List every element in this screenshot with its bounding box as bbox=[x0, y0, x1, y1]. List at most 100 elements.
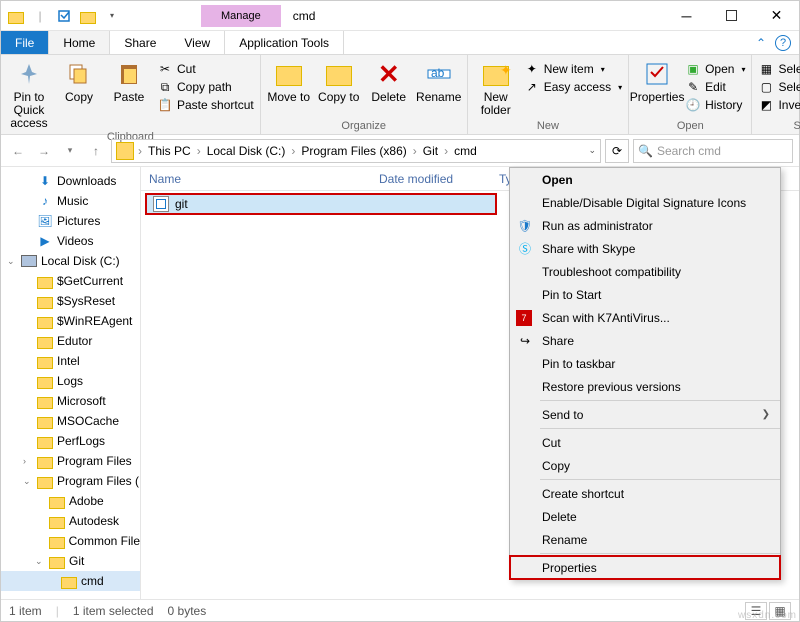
tab-home[interactable]: Home bbox=[48, 31, 110, 54]
column-date[interactable]: Date modified bbox=[371, 172, 491, 186]
breadcrumb[interactable]: › This PC › Local Disk (C:) › Program Fi… bbox=[111, 139, 601, 163]
chevron-right-icon[interactable]: › bbox=[136, 144, 144, 158]
qat-dropdown-icon[interactable]: ▾ bbox=[103, 7, 121, 25]
ribbon-collapse-icon[interactable]: ⌃ bbox=[747, 31, 775, 54]
recent-dropdown[interactable]: ▾ bbox=[59, 140, 81, 162]
up-button[interactable]: ↑ bbox=[85, 140, 107, 162]
minimize-button[interactable]: ─ bbox=[664, 1, 709, 31]
context-rename[interactable]: Rename bbox=[510, 528, 780, 551]
tree-folder[interactable]: $SysReset bbox=[1, 291, 140, 311]
select-all-button[interactable]: ▦Select all bbox=[758, 61, 800, 77]
tab-file[interactable]: File bbox=[1, 31, 48, 54]
context-skype[interactable]: ⓈShare with Skype bbox=[510, 237, 780, 260]
move-to-button[interactable]: Move to bbox=[267, 57, 311, 104]
back-button[interactable]: ← bbox=[7, 140, 29, 162]
context-k7[interactable]: 7Scan with K7AntiVirus... bbox=[510, 306, 780, 329]
tree-folder[interactable]: Microsoft bbox=[1, 391, 140, 411]
copy-to-button[interactable]: Copy to bbox=[317, 57, 361, 104]
tree-folder[interactable]: Logs bbox=[1, 371, 140, 391]
delete-button[interactable]: ✕Delete bbox=[367, 57, 411, 104]
ribbon-tabs: File Home Share View Application Tools ⌃… bbox=[1, 31, 799, 55]
crumb-local-disk[interactable]: Local Disk (C:) bbox=[205, 144, 288, 158]
tree-downloads[interactable]: ⬇Downloads bbox=[1, 171, 140, 191]
tree-folder[interactable]: $WinREAgent bbox=[1, 311, 140, 331]
tree-folder[interactable]: $GetCurrent bbox=[1, 271, 140, 291]
tree-videos[interactable]: ▶Videos bbox=[1, 231, 140, 251]
content-area: ⬇Downloads ♪Music 🖼Pictures ▶Videos ⌄Loc… bbox=[1, 167, 799, 599]
manage-contextual-tab[interactable]: Manage bbox=[201, 5, 281, 27]
tree-folder[interactable]: ⌄Program Files ( bbox=[1, 471, 140, 491]
context-pin-taskbar[interactable]: Pin to taskbar bbox=[510, 352, 780, 375]
qat-properties-icon[interactable] bbox=[55, 7, 73, 25]
qat-newfolder-icon[interactable] bbox=[79, 7, 97, 25]
tree-folder[interactable]: PerfLogs bbox=[1, 431, 140, 451]
context-create-shortcut[interactable]: Create shortcut bbox=[510, 482, 780, 505]
context-signature[interactable]: Enable/Disable Digital Signature Icons bbox=[510, 191, 780, 214]
new-item-button[interactable]: ✦New item▾ bbox=[524, 61, 622, 77]
help-icon[interactable]: ? bbox=[775, 35, 791, 51]
invert-selection-button[interactable]: ◩Invert selection bbox=[758, 97, 800, 113]
refresh-button[interactable]: ⟳ bbox=[605, 139, 629, 163]
context-open[interactable]: Open bbox=[510, 168, 780, 191]
context-pin-start[interactable]: Pin to Start bbox=[510, 283, 780, 306]
column-name[interactable]: Name bbox=[141, 172, 371, 186]
tree-folder[interactable]: cmd bbox=[1, 571, 140, 591]
tree-folder[interactable]: ›Program Files bbox=[1, 451, 140, 471]
easy-access-button[interactable]: ↗Easy access▾ bbox=[524, 79, 622, 95]
select-none-button[interactable]: ▢Select none bbox=[758, 79, 800, 95]
context-copy[interactable]: Copy bbox=[510, 454, 780, 477]
chevron-right-icon[interactable]: › bbox=[411, 144, 419, 158]
tree-folder[interactable]: Common File bbox=[1, 531, 140, 551]
crumb-cmd[interactable]: cmd bbox=[452, 144, 479, 158]
cut-button[interactable]: ✂Cut bbox=[157, 61, 254, 77]
copy-button[interactable]: Copy bbox=[57, 57, 101, 104]
context-troubleshoot[interactable]: Troubleshoot compatibility bbox=[510, 260, 780, 283]
tree-local-disk[interactable]: ⌄Local Disk (C:) bbox=[1, 251, 140, 271]
tab-application-tools[interactable]: Application Tools bbox=[224, 31, 344, 54]
file-pane[interactable]: Name Date modified Type Size git 0 KB Op… bbox=[141, 167, 799, 599]
edit-button[interactable]: ✎Edit bbox=[685, 79, 745, 95]
context-share[interactable]: ↪Share bbox=[510, 329, 780, 352]
paste-shortcut-button[interactable]: 📋Paste shortcut bbox=[157, 97, 254, 113]
forward-button[interactable]: → bbox=[33, 140, 55, 162]
tree-folder[interactable]: Adobe bbox=[1, 491, 140, 511]
context-delete[interactable]: Delete bbox=[510, 505, 780, 528]
watermark: wsxdn.com bbox=[738, 610, 797, 621]
context-run-admin[interactable]: 🛡Run as administrator bbox=[510, 214, 780, 237]
context-restore[interactable]: Restore previous versions bbox=[510, 375, 780, 398]
tree-folder[interactable]: Autodesk bbox=[1, 511, 140, 531]
maximize-button[interactable] bbox=[709, 1, 754, 31]
tree-pictures[interactable]: 🖼Pictures bbox=[1, 211, 140, 231]
chevron-right-icon[interactable]: › bbox=[289, 144, 297, 158]
search-input[interactable]: 🔍 Search cmd bbox=[633, 139, 793, 163]
rename-button[interactable]: abRename bbox=[417, 57, 461, 104]
context-cut[interactable]: Cut bbox=[510, 431, 780, 454]
tab-view[interactable]: View bbox=[170, 31, 224, 54]
tree-music[interactable]: ♪Music bbox=[1, 191, 140, 211]
chevron-right-icon[interactable]: › bbox=[442, 144, 450, 158]
tree-folder[interactable]: Intel bbox=[1, 351, 140, 371]
open-button[interactable]: ▣Open▾ bbox=[685, 61, 745, 77]
crumb-this-pc[interactable]: This PC bbox=[146, 144, 193, 158]
properties-button[interactable]: Properties bbox=[635, 57, 679, 104]
tree-folder[interactable]: MSOCache bbox=[1, 411, 140, 431]
history-button[interactable]: 🕘History bbox=[685, 97, 745, 113]
crumb-git[interactable]: Git bbox=[421, 144, 440, 158]
new-folder-button[interactable]: ✦New folder bbox=[474, 57, 518, 117]
copy-path-button[interactable]: ⧉Copy path bbox=[157, 79, 254, 95]
group-new: ✦New folder ✦New item▾ ↗Easy access▾ New bbox=[468, 55, 629, 134]
crumb-program-files[interactable]: Program Files (x86) bbox=[299, 144, 408, 158]
folder-icon bbox=[37, 433, 53, 449]
tree-folder[interactable]: Edutor bbox=[1, 331, 140, 351]
tree-folder[interactable]: ⌄Git bbox=[1, 551, 140, 571]
navigation-pane[interactable]: ⬇Downloads ♪Music 🖼Pictures ▶Videos ⌄Loc… bbox=[1, 167, 141, 599]
context-send-to[interactable]: Send to❯ bbox=[510, 403, 780, 426]
breadcrumb-dropdown[interactable]: ⌄ bbox=[588, 145, 596, 156]
context-properties[interactable]: Properties bbox=[510, 556, 780, 579]
pin-quick-access-button[interactable]: Pin to Quick access bbox=[7, 57, 51, 131]
close-button[interactable]: ✕ bbox=[754, 1, 799, 31]
tab-share[interactable]: Share bbox=[110, 31, 170, 54]
file-row-git[interactable]: git bbox=[145, 193, 497, 215]
chevron-right-icon[interactable]: › bbox=[195, 144, 203, 158]
paste-button[interactable]: Paste bbox=[107, 57, 151, 104]
